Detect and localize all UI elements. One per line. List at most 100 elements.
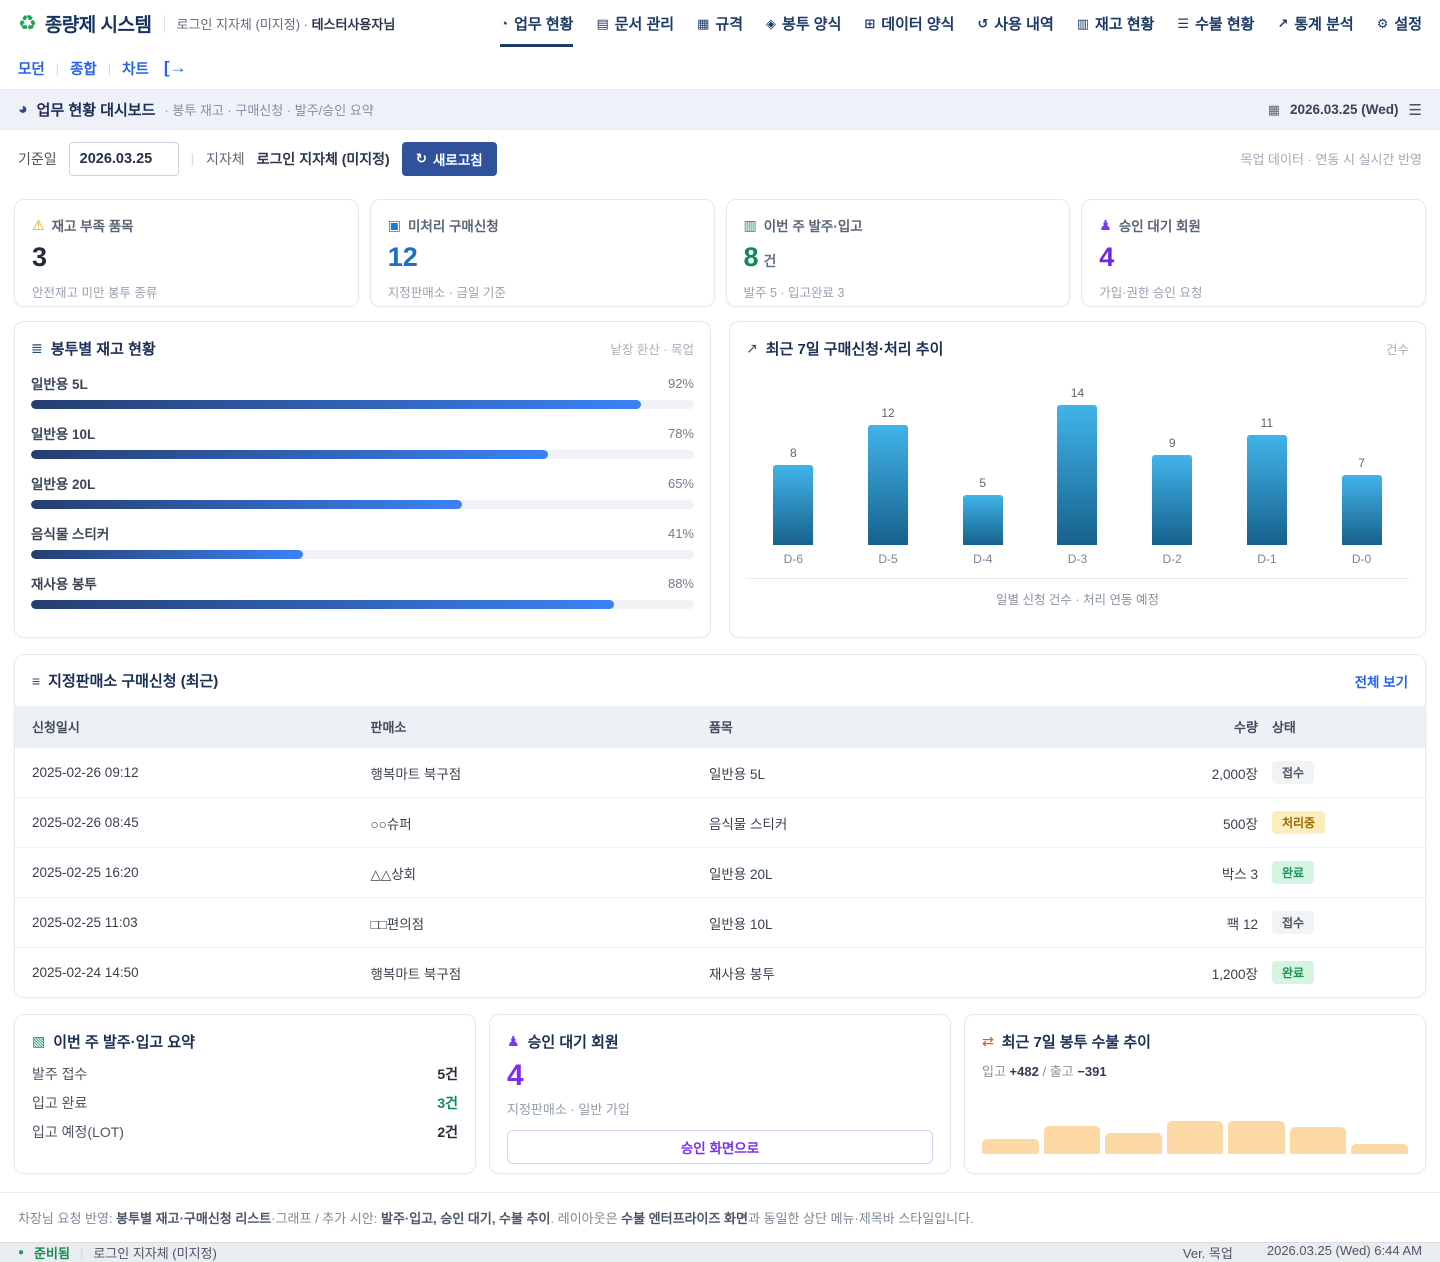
mock-data-hint: 목업 데이터 · 연동 시 실시간 반영: [1241, 149, 1422, 168]
cell-qty: 500장: [1138, 813, 1258, 833]
summary-label: 입고 예정(LOT): [32, 1122, 124, 1142]
refresh-button[interactable]: ↻ 새로고침: [402, 142, 497, 176]
trend-column: 8: [747, 446, 839, 545]
weekly-orders-card: ▥이번 주 발주·입고8건발주 5 · 입고완료 3: [726, 199, 1071, 307]
cell-status: 접수: [1258, 761, 1408, 784]
nav-item-stats[interactable]: ↗통계 분석: [1277, 0, 1353, 47]
inventory-percent: 65%: [668, 476, 694, 491]
table-icon: ⊞: [864, 16, 875, 32]
inventory-panel: ≣ 봉투별 재고 현황 낱장 환산 · 목업 일반용 5L92%일반용 10L7…: [14, 321, 711, 638]
trend-x-label: D-0: [1316, 552, 1408, 566]
transfer-bar: [1044, 1126, 1101, 1154]
nav-item-inventory[interactable]: ▥재고 현황: [1077, 0, 1155, 47]
trend-bar: [868, 425, 908, 545]
status-bar: ● 준비됨 | 로그인 지자체 (미지정) Ver. 목업 2026.03.25…: [0, 1242, 1440, 1262]
low-stock-sub: 안전재고 미만 봉투 종류: [32, 282, 341, 301]
cell-status: 완료: [1258, 961, 1408, 984]
boxes-icon: ▥: [1077, 16, 1089, 32]
page-subtitle: · 봉투 재고 · 구매신청 · 발주/승인 요약: [164, 100, 373, 119]
note-segment: . 레이아웃은: [551, 1211, 622, 1226]
pending-members-number: 4: [1099, 244, 1114, 271]
trend-value-label: 12: [881, 406, 894, 420]
inventory-label: 일반용 10L: [31, 423, 95, 443]
login-context-text: 로그인 지자체 (미지정) ·: [177, 17, 308, 32]
order-summary-card: ▧ 이번 주 발주·입고 요약 발주 접수5건입고 완료3건입고 예정(LOT)…: [14, 1014, 476, 1174]
order-summary-rows: 발주 접수5건입고 완료3건입고 예정(LOT)2건: [32, 1064, 458, 1142]
table-row[interactable]: 2025-02-25 16:20△△상회일반용 20L박스 3완료: [15, 847, 1425, 897]
logout-icon[interactable]: [→: [164, 58, 187, 78]
nav-item-usage-history[interactable]: ↺사용 내역: [977, 0, 1053, 47]
base-date-label: 기준일: [18, 149, 57, 169]
pending-purchase-label: 미처리 구매신청: [408, 215, 499, 235]
cell-item: 음식물 스티커: [709, 813, 1138, 833]
transfer-bar: [982, 1139, 1039, 1154]
cell-store: 행복마트 북구점: [370, 763, 708, 783]
cell-store: 행복마트 북구점: [370, 963, 708, 983]
nav-label-stats: 통계 분석: [1294, 13, 1353, 34]
nav-item-ledger[interactable]: ☰수불 현황: [1177, 0, 1254, 47]
subnav-link-2[interactable]: 종합: [70, 58, 97, 79]
status-datetime: 2026.03.25 (Wed) 6:44 AM: [1267, 1243, 1422, 1262]
bag-icon: ◈: [766, 16, 776, 32]
trend-chart: 8125149117: [746, 367, 1409, 545]
col-header-4: 수량: [1138, 717, 1258, 736]
nav-item-doc-manage[interactable]: ▤ 문서 관리: [596, 0, 674, 47]
app-title: 종량제 시스템: [45, 10, 152, 37]
cell-qty: 박스 3: [1138, 863, 1258, 883]
table-row[interactable]: 2025-02-26 08:45○○슈퍼음식물 스티커500장처리중: [15, 797, 1425, 847]
weekly-orders-number: 8: [744, 244, 759, 271]
inventory-percent: 41%: [668, 526, 694, 541]
subnav-link-3[interactable]: 차트: [122, 58, 149, 79]
nav-label-bag-form: 봉투 양식: [782, 13, 841, 34]
table-row[interactable]: 2025-02-26 09:12행복마트 북구점일반용 5L2,000장접수: [15, 747, 1425, 797]
trend-column: 12: [842, 406, 934, 545]
status-ready: 준비됨: [34, 1243, 70, 1262]
refresh-label: 새로고침: [433, 149, 483, 169]
sliders-icon[interactable]: ☰: [1409, 101, 1422, 119]
trend-bar: [1057, 405, 1097, 545]
cell-store: □□편의점: [370, 913, 708, 933]
inventory-percent: 92%: [668, 376, 694, 391]
nav-item-bag-form[interactable]: ◈ 봉투 양식: [766, 0, 841, 47]
status-badge: 처리중: [1272, 811, 1325, 834]
trend-value-label: 9: [1169, 436, 1176, 450]
low-stock-card: ⚠재고 부족 품목3안전재고 미만 봉투 종류: [14, 199, 359, 307]
calendar-icon: ▦: [1268, 102, 1280, 118]
org-prefix: 지자체: [206, 149, 245, 169]
status-divider: |: [80, 1245, 83, 1260]
titlebar-date: 2026.03.25 (Wed): [1290, 102, 1399, 117]
trend-bar: [1247, 435, 1287, 545]
trend-column: 9: [1126, 436, 1218, 545]
base-date-input[interactable]: [69, 142, 179, 176]
weekly-orders-suffix: 건: [764, 254, 777, 268]
summary-row: 입고 완료3건: [32, 1093, 458, 1113]
inventory-row: 일반용 10L78%: [31, 423, 694, 459]
trend-column: 5: [937, 476, 1029, 545]
approval-card: ♟ 승인 대기 회원 4 지정판매소 · 일반 가입 승인 화면으로: [489, 1014, 951, 1174]
gear-icon: ⚙: [1377, 16, 1389, 32]
weekly-orders-sub: 발주 5 · 입고완료 3: [744, 282, 1053, 301]
go-approval-button[interactable]: 승인 화면으로: [507, 1130, 933, 1164]
note-segment: 봉투별 재고·구매신청 리스트: [116, 1211, 271, 1226]
nav-item-data-form[interactable]: ⊞데이터 양식: [864, 0, 954, 47]
pie-chart-icon: ◕: [18, 101, 28, 119]
shopping-bag-icon: ▣: [388, 217, 401, 234]
table-row[interactable]: 2025-02-25 11:03□□편의점일반용 10L팩 12접수: [15, 897, 1425, 947]
nav-item-work-status[interactable]: ◔업무 현황: [500, 0, 573, 47]
nav-item-spec[interactable]: ▦규격: [697, 0, 743, 47]
view-all-link[interactable]: 전체 보기: [1355, 671, 1408, 691]
table-row[interactable]: 2025-02-24 14:50행복마트 북구점재사용 봉투1,200장완료: [15, 947, 1425, 997]
order-summary-title: 이번 주 발주·입고 요약: [53, 1031, 195, 1052]
nav-item-settings[interactable]: ⚙설정: [1377, 0, 1422, 47]
inventory-track: [31, 450, 694, 459]
document-icon: ▤: [596, 16, 608, 32]
nav-label-doc-manage: 문서 관리: [615, 13, 674, 34]
subnav-link-1[interactable]: 모던: [18, 58, 45, 79]
summary-label: 입고 완료: [32, 1093, 87, 1113]
truck-icon: ▥: [744, 217, 757, 234]
inventory-track: [31, 550, 694, 559]
table-col-row: 신청일시판매소품목수량상태: [15, 706, 1425, 747]
cell-item: 재사용 봉투: [709, 963, 1138, 983]
subnav-divider: |: [108, 61, 111, 76]
cell-qty: 1,200장: [1138, 963, 1258, 983]
